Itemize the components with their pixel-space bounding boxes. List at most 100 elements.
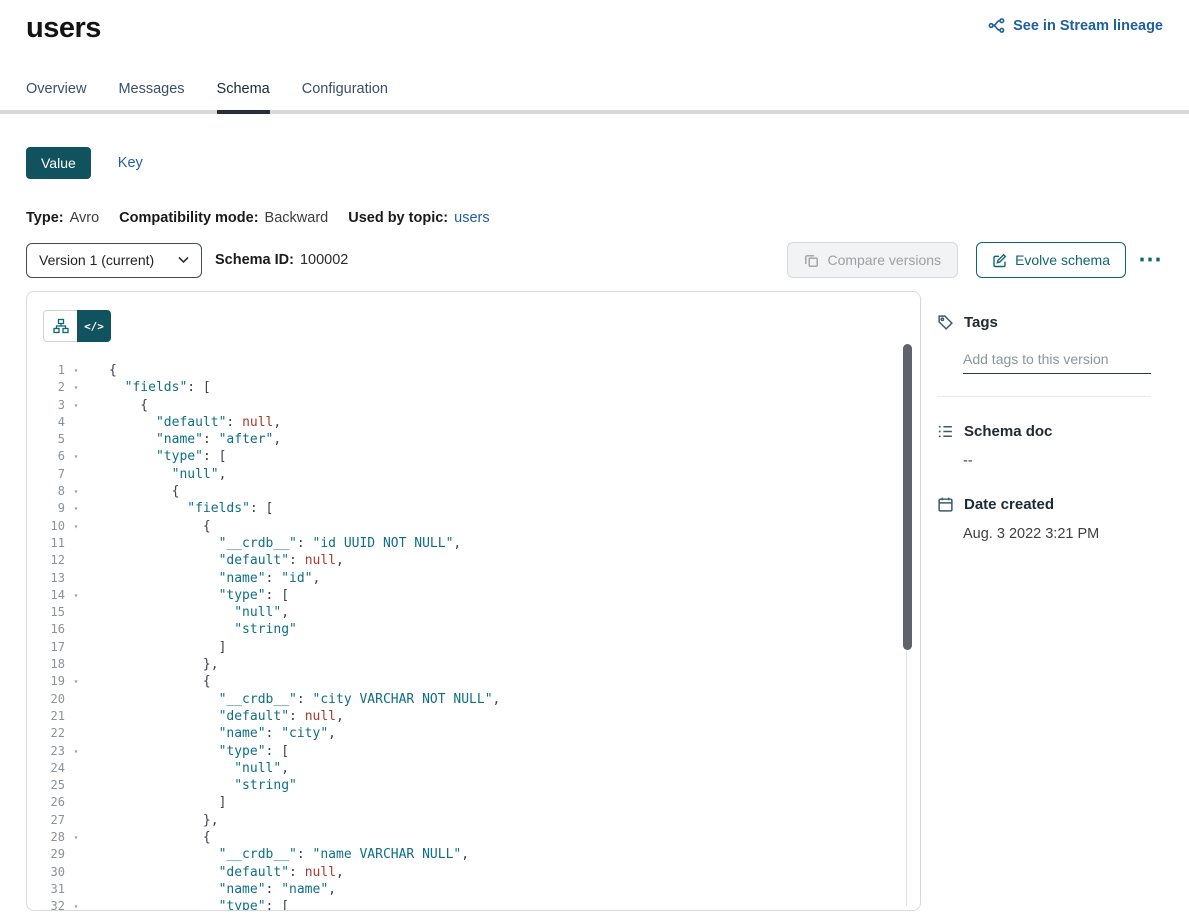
tab-overview[interactable]: Overview <box>26 81 86 114</box>
code-text: "default": null, <box>87 552 344 569</box>
line-number: 5 <box>27 431 65 448</box>
fold-toggle-icon[interactable]: ▾ <box>65 500 87 517</box>
code-view-button[interactable]: </> <box>77 310 111 342</box>
evolve-schema-button[interactable]: Evolve schema <box>976 242 1126 278</box>
code-line: 20 "__crdb__": "city VARCHAR NOT NULL", <box>27 691 902 708</box>
code-text: "name": "city", <box>87 725 336 742</box>
fold-toggle-icon[interactable]: ▾ <box>65 743 87 760</box>
sidebar-divider <box>937 396 1151 397</box>
fold-toggle-icon[interactable]: ▾ <box>65 587 87 604</box>
fold-spacer <box>65 864 87 881</box>
code-line: 3▾ { <box>27 397 902 414</box>
compatibility-group: Compatibility mode: Backward <box>119 210 328 226</box>
code-text: "string" <box>87 777 297 794</box>
tab-configuration[interactable]: Configuration <box>302 81 388 114</box>
code-line: 19▾ { <box>27 673 902 690</box>
line-number: 32 <box>27 898 65 911</box>
line-number: 10 <box>27 518 65 535</box>
stream-lineage-label: See in Stream lineage <box>1013 18 1163 34</box>
subject-toggle: Value Key <box>26 147 1163 179</box>
line-number: 17 <box>27 639 65 656</box>
doc-list-icon <box>937 423 954 440</box>
schema-doc-value: -- <box>963 453 1165 469</box>
code-line: 12 "default": null, <box>27 552 902 569</box>
tab-messages[interactable]: Messages <box>118 81 184 114</box>
tree-view-button[interactable] <box>43 310 77 342</box>
fold-spacer <box>65 570 87 587</box>
lineage-icon <box>988 17 1005 34</box>
code-text: { <box>87 673 211 690</box>
fold-spacer <box>65 708 87 725</box>
code-line: 7 "null", <box>27 466 902 483</box>
topic-link[interactable]: users <box>454 210 489 226</box>
editor-scrollbar-thumb[interactable] <box>903 344 912 650</box>
fold-toggle-icon[interactable]: ▾ <box>65 448 87 465</box>
fold-spacer <box>65 794 87 811</box>
fold-toggle-icon[interactable]: ▾ <box>65 673 87 690</box>
line-number: 23 <box>27 743 65 760</box>
tab-schema[interactable]: Schema <box>217 81 270 114</box>
version-select[interactable]: Version 1 (current) <box>26 243 202 278</box>
line-number: 1 <box>27 362 65 379</box>
code-line: 17 ] <box>27 639 902 656</box>
code-text: "__crdb__": "name VARCHAR NULL", <box>87 846 469 863</box>
code-text: "null", <box>87 760 289 777</box>
schema-id-label: Schema ID: <box>215 252 294 268</box>
code-text: "name": "id", <box>87 570 320 587</box>
type-group: Type: Avro <box>26 210 99 226</box>
line-number: 9 <box>27 500 65 517</box>
editor-view-toggle: </> <box>43 310 111 342</box>
compare-versions-button[interactable]: Compare versions <box>787 242 958 278</box>
fold-spacer <box>65 691 87 708</box>
code-line: 9▾ "fields": [ <box>27 500 902 517</box>
schema-doc-title: Schema doc <box>964 423 1052 440</box>
date-created-value: Aug. 3 2022 3:21 PM <box>963 526 1165 542</box>
key-toggle-button[interactable]: Key <box>118 155 143 171</box>
compare-copy-icon <box>804 253 819 268</box>
chevron-down-icon <box>178 256 189 264</box>
code-text: "name": "name", <box>87 881 336 898</box>
fold-toggle-icon[interactable]: ▾ <box>65 397 87 414</box>
code-text: ] <box>87 794 226 811</box>
code-text: "default": null, <box>87 708 344 725</box>
topic-label: Used by topic: <box>348 210 448 226</box>
line-number: 24 <box>27 760 65 777</box>
stream-lineage-link[interactable]: See in Stream lineage <box>988 17 1163 34</box>
line-number: 3 <box>27 397 65 414</box>
fold-spacer <box>65 812 87 829</box>
edit-pencil-icon <box>992 253 1007 268</box>
fold-toggle-icon[interactable]: ▾ <box>65 829 87 846</box>
code-text: "type": [ <box>87 448 226 465</box>
line-number: 4 <box>27 414 65 431</box>
fold-toggle-icon[interactable]: ▾ <box>65 483 87 500</box>
compatibility-label: Compatibility mode: <box>119 210 258 226</box>
code-text: "name": "after", <box>87 431 281 448</box>
line-number: 2 <box>27 379 65 396</box>
fold-spacer <box>65 639 87 656</box>
code-text: "__crdb__": "id UUID NOT NULL", <box>87 535 461 552</box>
line-number: 7 <box>27 466 65 483</box>
code-view-icon: </> <box>84 320 104 333</box>
tags-input[interactable] <box>963 347 1151 374</box>
fold-spacer <box>65 760 87 777</box>
schema-meta-row: Type: Avro Compatibility mode: Backward … <box>26 210 1163 226</box>
date-created-section: Date created Aug. 3 2022 3:21 PM <box>937 496 1165 542</box>
compatibility-value: Backward <box>265 210 329 226</box>
code-text: "fields": [ <box>87 379 211 396</box>
line-number: 13 <box>27 570 65 587</box>
code-text: "type": [ <box>87 898 289 911</box>
tag-icon <box>937 314 954 331</box>
fold-toggle-icon[interactable]: ▾ <box>65 379 87 396</box>
code-line: 2▾ "fields": [ <box>27 379 902 396</box>
evolve-schema-label: Evolve schema <box>1015 252 1110 268</box>
code-line: 26 ] <box>27 794 902 811</box>
fold-toggle-icon[interactable]: ▾ <box>65 898 87 911</box>
code-line: 15 "null", <box>27 604 902 621</box>
code-text: { <box>87 483 179 500</box>
value-toggle-button[interactable]: Value <box>26 147 91 179</box>
fold-toggle-icon[interactable]: ▾ <box>65 518 87 535</box>
fold-toggle-icon[interactable]: ▾ <box>65 362 87 379</box>
code-text: }, <box>87 656 219 673</box>
more-options-button[interactable]: ⋯ <box>1138 242 1163 278</box>
line-number: 26 <box>27 794 65 811</box>
